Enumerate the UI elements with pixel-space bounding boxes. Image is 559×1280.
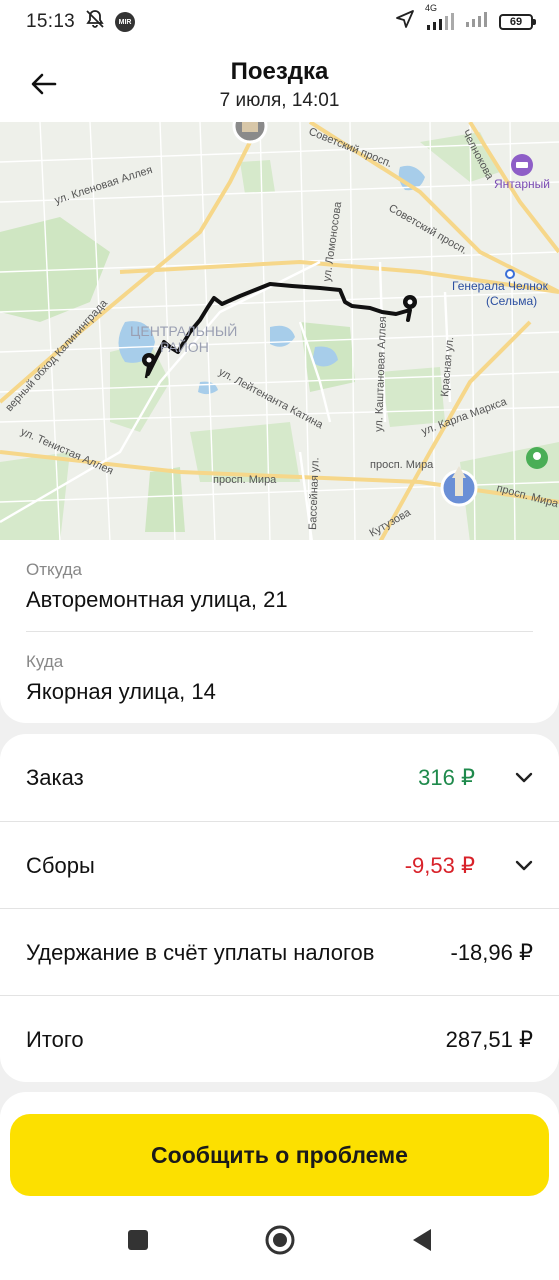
page-title: Поездка: [230, 58, 329, 85]
header: Поездка 7 июля, 14:01: [0, 44, 559, 122]
fees-row[interactable]: Сборы -9,53 ₽: [0, 822, 559, 909]
battery-icon: 69: [499, 14, 536, 30]
map-label-station-sub: (Сельма): [486, 294, 537, 308]
from-address: Авторемонтная улица, 21: [26, 587, 288, 612]
total-row: Итого 287,51 ₽: [0, 996, 559, 1082]
home-circle-icon: [265, 1225, 294, 1255]
system-nav-bar: [0, 1200, 559, 1280]
address-divider: [26, 631, 533, 632]
map-label-yantarny: Янтарный: [494, 177, 550, 191]
park-icon: [526, 447, 548, 469]
route-map[interactable]: верный обход Калининграда ул. Кленовая А…: [0, 122, 559, 542]
chevron-down-icon: [515, 860, 533, 871]
battery-level: 69: [509, 16, 523, 28]
chevron-down-icon: [515, 772, 533, 783]
order-expand-button[interactable]: [493, 758, 533, 798]
fees-label: Сборы: [26, 852, 95, 878]
to-address: Якорная улица, 14: [26, 679, 216, 704]
recent-apps-button[interactable]: [120, 1222, 156, 1258]
address-card: Откуда Авторемонтная улица, 21 Куда Якор…: [0, 540, 559, 723]
status-time: 15:13: [26, 11, 76, 32]
status-bar: 15:13 MIR 4G 69: [0, 0, 559, 44]
signal-4g-icon: 4G: [425, 3, 455, 31]
notifications-off-icon: [85, 9, 105, 35]
map-label-basseynaya: Бассейная ул.: [307, 457, 322, 530]
map-label-central: ЦЕНТРАЛЬНЫЙ: [130, 322, 237, 339]
fees-expand-button[interactable]: [493, 846, 533, 886]
triangle-back-icon: [412, 1229, 431, 1251]
system-back-button[interactable]: [404, 1222, 440, 1258]
map-label-station: Генерала Челнок: [452, 279, 549, 293]
poi-top-icon: [232, 122, 268, 144]
signal-icon: [465, 10, 489, 34]
page-subtitle: 7 июля, 14:01: [219, 90, 340, 111]
order-row[interactable]: Заказ 316 ₽: [0, 734, 559, 821]
location-icon: [395, 9, 415, 35]
home-button[interactable]: [262, 1222, 298, 1258]
map-label-district: РАЙОН: [160, 338, 209, 355]
order-value: 316 ₽: [418, 764, 475, 790]
to-label: Куда: [26, 652, 64, 671]
tax-row: Удержание в счёт уплаты налогов -18,96 ₽: [0, 909, 559, 996]
order-label: Заказ: [26, 764, 84, 790]
total-value: 287,51 ₽: [445, 1026, 533, 1052]
square-icon: [127, 1230, 148, 1250]
mir-icon: MIR: [115, 12, 136, 32]
report-problem-button[interactable]: Сообщить о проблеме: [10, 1114, 549, 1196]
tax-label: Удержание в счёт уплаты налогов: [26, 939, 375, 965]
price-card: Заказ 316 ₽ Сборы -9,53 ₽ Удержание в сч…: [0, 734, 559, 1082]
tax-value: -18,96 ₽: [450, 939, 534, 965]
map-label-mira: просп. Мира: [213, 474, 277, 486]
stadium-icon: [511, 154, 533, 176]
total-label: Итого: [26, 1026, 84, 1052]
station-icon: [505, 269, 515, 279]
network-type: 4G: [425, 3, 438, 13]
map-label-mira-2: просп. Мира: [370, 459, 434, 471]
from-label: Откуда: [26, 560, 82, 579]
fees-value: -9,53 ₽: [404, 852, 475, 878]
